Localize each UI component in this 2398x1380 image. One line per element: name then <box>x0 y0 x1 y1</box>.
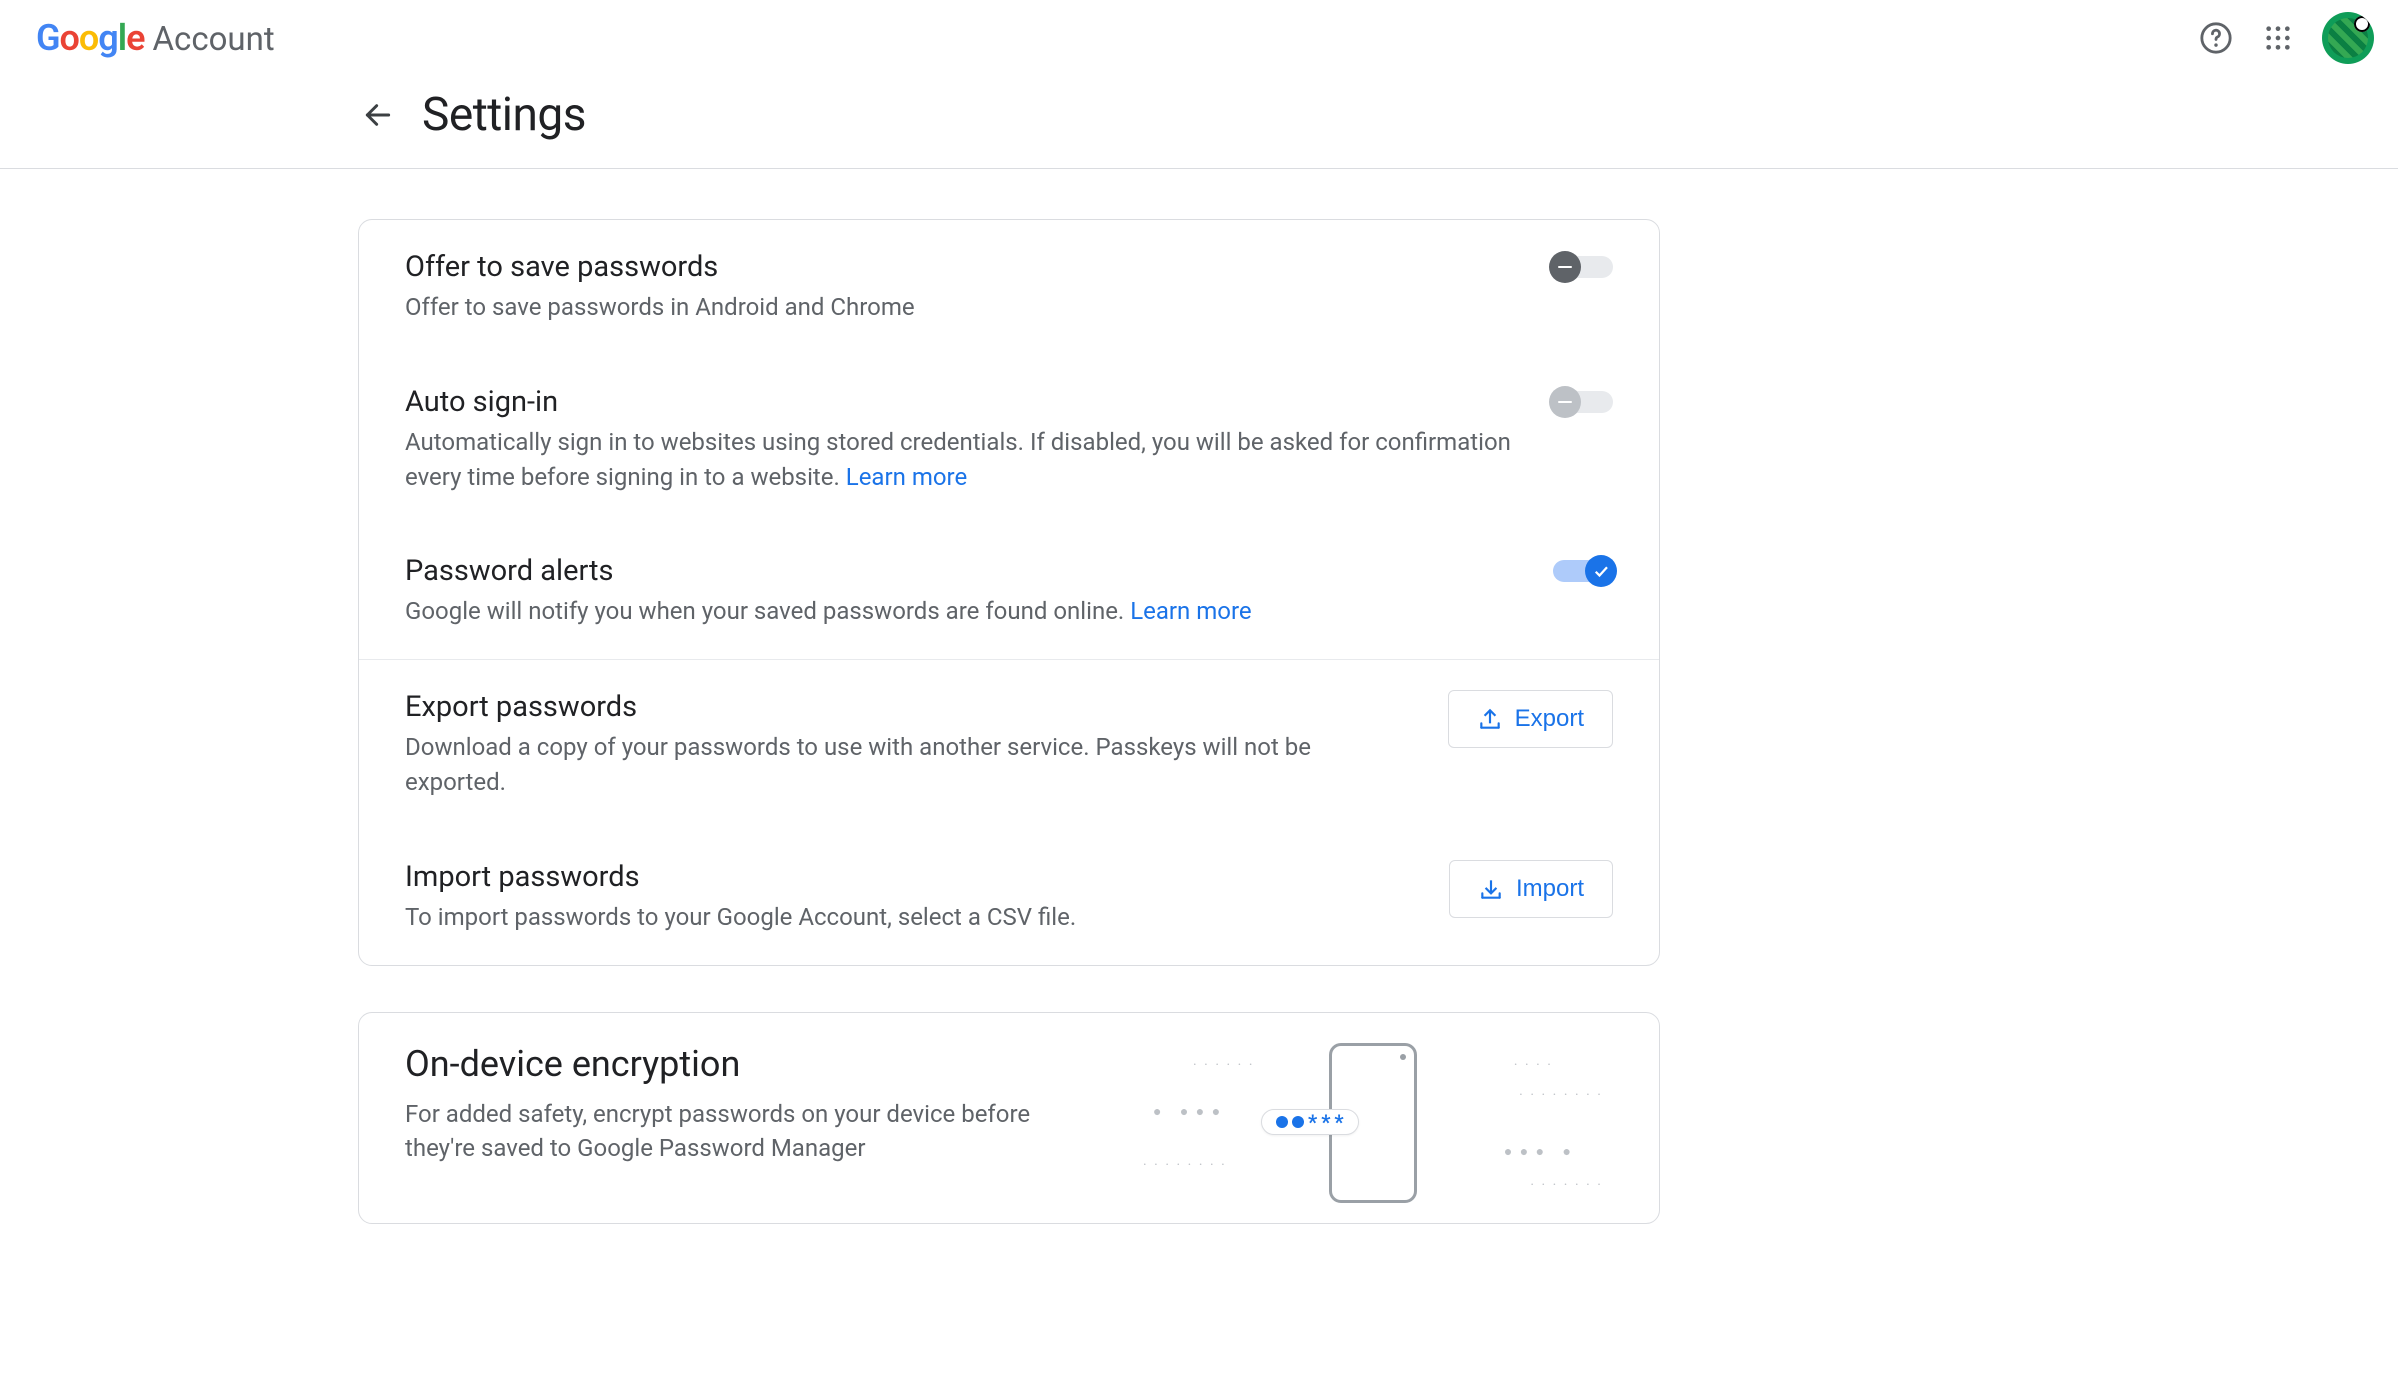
download-icon <box>1478 876 1504 902</box>
auto-signin-text: Auto sign-in Automatically sign in to we… <box>405 385 1513 495</box>
password-alerts-learn-more-link[interactable]: Learn more <box>1130 597 1251 625</box>
password-alerts-desc-text: Google will notify you when your saved p… <box>405 597 1130 625</box>
upload-icon <box>1477 706 1503 732</box>
encryption-desc: For added safety, encrypt passwords on y… <box>405 1097 1093 1167</box>
page-title: Settings <box>422 88 586 142</box>
apps-grid-icon[interactable] <box>2260 20 2296 56</box>
back-button[interactable] <box>358 95 398 135</box>
offer-save-row: Offer to save passwords Offer to save pa… <box>359 220 1659 355</box>
encryption-text: On-device encryption For added safety, e… <box>405 1043 1093 1167</box>
export-text: Export passwords Download a copy of your… <box>405 690 1408 800</box>
logo-lockup[interactable]: Google Account <box>36 17 275 59</box>
content: Offer to save passwords Offer to save pa… <box>0 169 1680 1224</box>
page-title-row: Settings <box>0 70 2398 169</box>
help-icon[interactable] <box>2198 20 2234 56</box>
password-settings-card: Offer to save passwords Offer to save pa… <box>358 219 1660 966</box>
top-bar-right <box>2198 12 2374 64</box>
auto-signin-title: Auto sign-in <box>405 385 1513 419</box>
import-text: Import passwords To import passwords to … <box>405 860 1076 935</box>
encryption-row: On-device encryption For added safety, e… <box>359 1013 1659 1223</box>
encryption-title: On-device encryption <box>405 1043 1093 1085</box>
import-title: Import passwords <box>405 860 1076 894</box>
encryption-card: On-device encryption For added safety, e… <box>358 1012 1660 1224</box>
export-row: Export passwords Download a copy of your… <box>359 659 1659 830</box>
auto-signin-row: Auto sign-in Automatically sign in to we… <box>359 355 1659 525</box>
export-button-label: Export <box>1515 705 1584 733</box>
auto-signin-toggle[interactable] <box>1553 391 1613 413</box>
import-desc: To import passwords to your Google Accou… <box>405 900 1076 935</box>
password-alerts-text: Password alerts Google will notify you w… <box>405 554 1252 629</box>
password-alerts-title: Password alerts <box>405 554 1252 588</box>
export-button[interactable]: Export <box>1448 690 1613 748</box>
auto-signin-desc: Automatically sign in to websites using … <box>405 425 1513 495</box>
top-bar: Google Account <box>0 0 2398 70</box>
offer-save-toggle[interactable] <box>1553 256 1613 278</box>
password-alerts-row: Password alerts Google will notify you w… <box>359 524 1659 659</box>
export-title: Export passwords <box>405 690 1408 724</box>
password-alerts-desc: Google will notify you when your saved p… <box>405 594 1252 629</box>
account-avatar[interactable] <box>2322 12 2374 64</box>
encryption-illustration: ● ● ● ● . . . . . . . . . . . . . . *** … <box>1133 1043 1613 1193</box>
auto-signin-learn-more-link[interactable]: Learn more <box>846 463 967 491</box>
import-button-label: Import <box>1516 875 1584 903</box>
password-alerts-toggle[interactable] <box>1553 560 1613 582</box>
import-row: Import passwords To import passwords to … <box>359 830 1659 965</box>
offer-save-text: Offer to save passwords Offer to save pa… <box>405 250 915 325</box>
product-name: Account <box>153 20 275 59</box>
offer-save-desc: Offer to save passwords in Android and C… <box>405 290 915 325</box>
export-desc: Download a copy of your passwords to use… <box>405 730 1408 800</box>
import-button[interactable]: Import <box>1449 860 1613 918</box>
offer-save-title: Offer to save passwords <box>405 250 915 284</box>
google-logo: Google <box>36 17 145 59</box>
